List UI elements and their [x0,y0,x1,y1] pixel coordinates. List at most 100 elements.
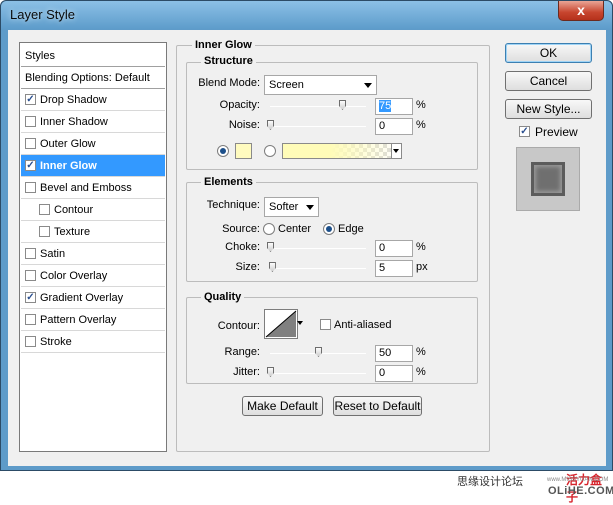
style-item-checkbox[interactable] [39,204,50,215]
solid-color-radio[interactable] [217,145,229,157]
style-item-checkbox[interactable] [25,182,36,193]
style-item-label: Blending Options: Default [25,71,150,84]
style-item-inner-glow[interactable]: Inner Glow [21,155,165,177]
size-input[interactable]: 5 [375,260,413,277]
styles-list: Styles Blending Options: Default Drop Shad… [19,42,167,452]
noise-slider-track[interactable] [270,126,366,127]
style-item-checkbox[interactable] [25,314,36,325]
preview-checkbox[interactable] [519,126,530,137]
new-style-button[interactable]: New Style... [505,99,592,119]
style-item-checkbox[interactable] [25,336,36,347]
close-button[interactable]: x [558,1,604,21]
inner-glow-title: Inner Glow [192,39,255,51]
blend-mode-select[interactable]: Screen [264,75,377,95]
style-item-color-overlay[interactable]: Color Overlay [21,265,165,287]
dialog-client: Styles Blending Options: Default Drop Shad… [8,30,613,504]
style-preview-thumbnail [516,147,580,211]
range-percent: % [416,346,426,358]
source-label: Source: [222,223,260,235]
style-item-label: Drop Shadow [40,93,107,106]
style-item-checkbox[interactable] [25,138,36,149]
style-item-label: Color Overlay [40,269,108,282]
choke-input[interactable]: 0 [375,240,413,257]
style-item-outer-glow[interactable]: Outer Glow [21,133,165,155]
style-item-label: Satin [40,247,66,260]
style-item-checkbox[interactable] [25,94,36,105]
style-item-styles[interactable]: Styles [21,45,165,67]
contour-curve-icon [265,310,297,338]
structure-title: Structure [201,55,256,67]
opacity-slider-track[interactable] [270,106,366,107]
source-center-label[interactable]: Center [278,223,311,235]
noise-label: Noise: [228,119,260,131]
style-item-label: Gradient Overlay [40,291,124,304]
source-center-radio[interactable] [263,223,275,235]
gradient-radio[interactable] [264,145,276,157]
reset-to-default-button[interactable]: Reset to Default [333,396,422,416]
opacity-percent: % [416,99,426,111]
noise-input[interactable]: 0 [375,118,413,135]
style-item-label: Pattern Overlay [40,313,117,326]
quality-title: Quality [201,291,245,303]
range-input[interactable]: 50 [375,345,413,362]
style-item-bevel-and-emboss[interactable]: Bevel and Emboss [21,177,165,199]
jitter-slider-track[interactable] [270,373,366,374]
window-title: Layer Style [10,7,76,22]
size-label: Size: [235,261,260,273]
jitter-input[interactable]: 0 [375,365,413,382]
blend-mode-value: Screen [269,79,304,91]
style-item-label: Outer Glow [40,137,96,150]
style-item-checkbox[interactable] [25,248,36,259]
style-item-checkbox[interactable] [25,270,36,281]
choke-label: Choke: [225,241,260,253]
style-item-gradient-overlay[interactable]: Gradient Overlay [21,287,165,309]
opacity-input[interactable]: 75 [375,98,413,115]
style-item-drop-shadow[interactable]: Drop Shadow [21,89,165,111]
size-px: px [416,261,428,273]
style-item-inner-shadow[interactable]: Inner Shadow [21,111,165,133]
contour-label: Contour: [217,320,260,332]
style-item-label: Styles [25,49,55,62]
cancel-button[interactable]: Cancel [505,71,592,91]
jitter-label: Jitter: [233,366,260,378]
preview-swatch [531,162,565,196]
chevron-down-icon[interactable] [297,309,305,339]
anti-aliased-checkbox[interactable] [320,319,331,330]
style-item-texture[interactable]: Texture [21,221,165,243]
make-default-button[interactable]: Make Default [242,396,323,416]
choke-slider-track[interactable] [270,248,366,249]
style-item-checkbox[interactable] [39,226,50,237]
style-item-checkbox[interactable] [25,292,36,303]
style-item-label: Inner Glow [40,159,97,172]
technique-select[interactable]: Softer [264,197,319,217]
glow-color-swatch[interactable] [235,143,252,159]
chevron-down-icon[interactable] [391,144,401,158]
source-edge-label[interactable]: Edge [338,223,364,235]
watermark-brand-en: OLiHE.COM [548,485,613,497]
style-item-label: Contour [54,203,94,216]
source-edge-radio[interactable] [323,223,335,235]
style-item-stroke[interactable]: Stroke [21,331,165,353]
preview-label[interactable]: Preview [535,125,578,139]
style-item-checkbox[interactable] [25,160,36,171]
contour-picker[interactable] [264,309,298,339]
ok-button[interactable]: OK [505,43,592,63]
watermark-site: 思缘设计论坛 [457,476,523,488]
style-item-label: Stroke [40,335,72,348]
glow-gradient-picker[interactable] [282,143,402,159]
style-item-checkbox[interactable] [25,116,36,127]
opacity-value: 75 [379,100,392,112]
style-item-satin[interactable]: Satin [21,243,165,265]
style-item-pattern-overlay[interactable]: Pattern Overlay [21,309,165,331]
style-item-label: Inner Shadow [40,115,108,128]
style-item-blending-options-default[interactable]: Blending Options: Default [21,67,165,89]
choke-percent: % [416,241,426,253]
style-item-label: Bevel and Emboss [40,181,132,194]
anti-aliased-label[interactable]: Anti-aliased [334,319,391,331]
title-bar[interactable]: Layer Style x [1,1,612,29]
size-slider-track[interactable] [270,268,366,269]
jitter-percent: % [416,366,426,378]
watermark-site-small: www.MISSYUAN.COM [547,477,609,483]
range-label: Range: [224,346,260,358]
style-item-contour[interactable]: Contour [21,199,165,221]
